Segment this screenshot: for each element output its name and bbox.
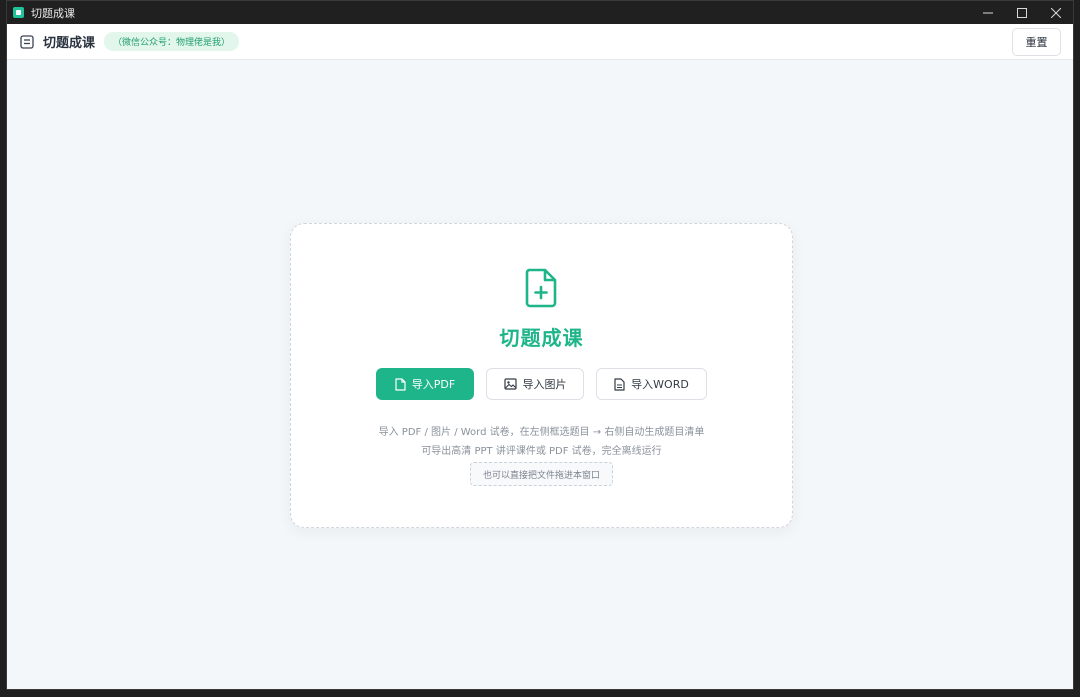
- close-button[interactable]: [1039, 1, 1073, 24]
- import-pdf-label: 导入PDF: [411, 378, 456, 391]
- description-line-2: 可导出高清 PPT 讲评课件或 PDF 试卷，完全离线运行: [421, 446, 662, 457]
- document-icon: [614, 377, 625, 391]
- maximize-icon: [1017, 7, 1027, 18]
- drag-drop-hint: 也可以直接把文件拖进本窗口: [470, 462, 613, 486]
- app-logo-icon: [13, 7, 24, 18]
- panel-icon[interactable]: [20, 34, 34, 49]
- import-image-label: 导入图片: [522, 378, 567, 391]
- app-window: 切题成课 切题成课 （微信公众号：物理佬是我） 重置 切题成课 导入PDF 导入…: [6, 0, 1074, 690]
- close-icon: [1051, 7, 1061, 18]
- app-header: 切题成课 （微信公众号：物理佬是我） 重置: [7, 24, 1073, 60]
- image-icon: [503, 378, 517, 390]
- file-plus-icon: [525, 268, 557, 308]
- reset-button[interactable]: 重置: [1012, 28, 1061, 56]
- minimize-icon: [983, 12, 993, 13]
- app-name: 切题成课: [43, 36, 96, 51]
- import-button-row: 导入PDF 导入图片 导入WORD: [376, 368, 707, 400]
- minimize-button[interactable]: [971, 1, 1005, 24]
- window-title: 切题成课: [31, 6, 75, 20]
- title-bar[interactable]: 切题成课: [7, 1, 1073, 24]
- import-drop-zone[interactable]: 切题成课 导入PDF 导入图片 导入WORD 导入 PDF / 图片 / Wor…: [290, 223, 793, 528]
- import-word-button[interactable]: 导入WORD: [596, 368, 707, 400]
- import-word-label: 导入WORD: [631, 378, 689, 391]
- window-controls: [971, 1, 1073, 24]
- card-title: 切题成课: [499, 326, 584, 350]
- maximize-button[interactable]: [1005, 1, 1039, 24]
- import-pdf-button[interactable]: 导入PDF: [376, 368, 474, 400]
- wechat-badge: （微信公众号：物理佬是我）: [104, 32, 240, 51]
- file-icon: [395, 377, 406, 391]
- import-image-button[interactable]: 导入图片: [486, 368, 584, 400]
- description-line-1: 导入 PDF / 图片 / Word 试卷，在左侧框选题目 → 右侧自动生成题目…: [378, 427, 705, 438]
